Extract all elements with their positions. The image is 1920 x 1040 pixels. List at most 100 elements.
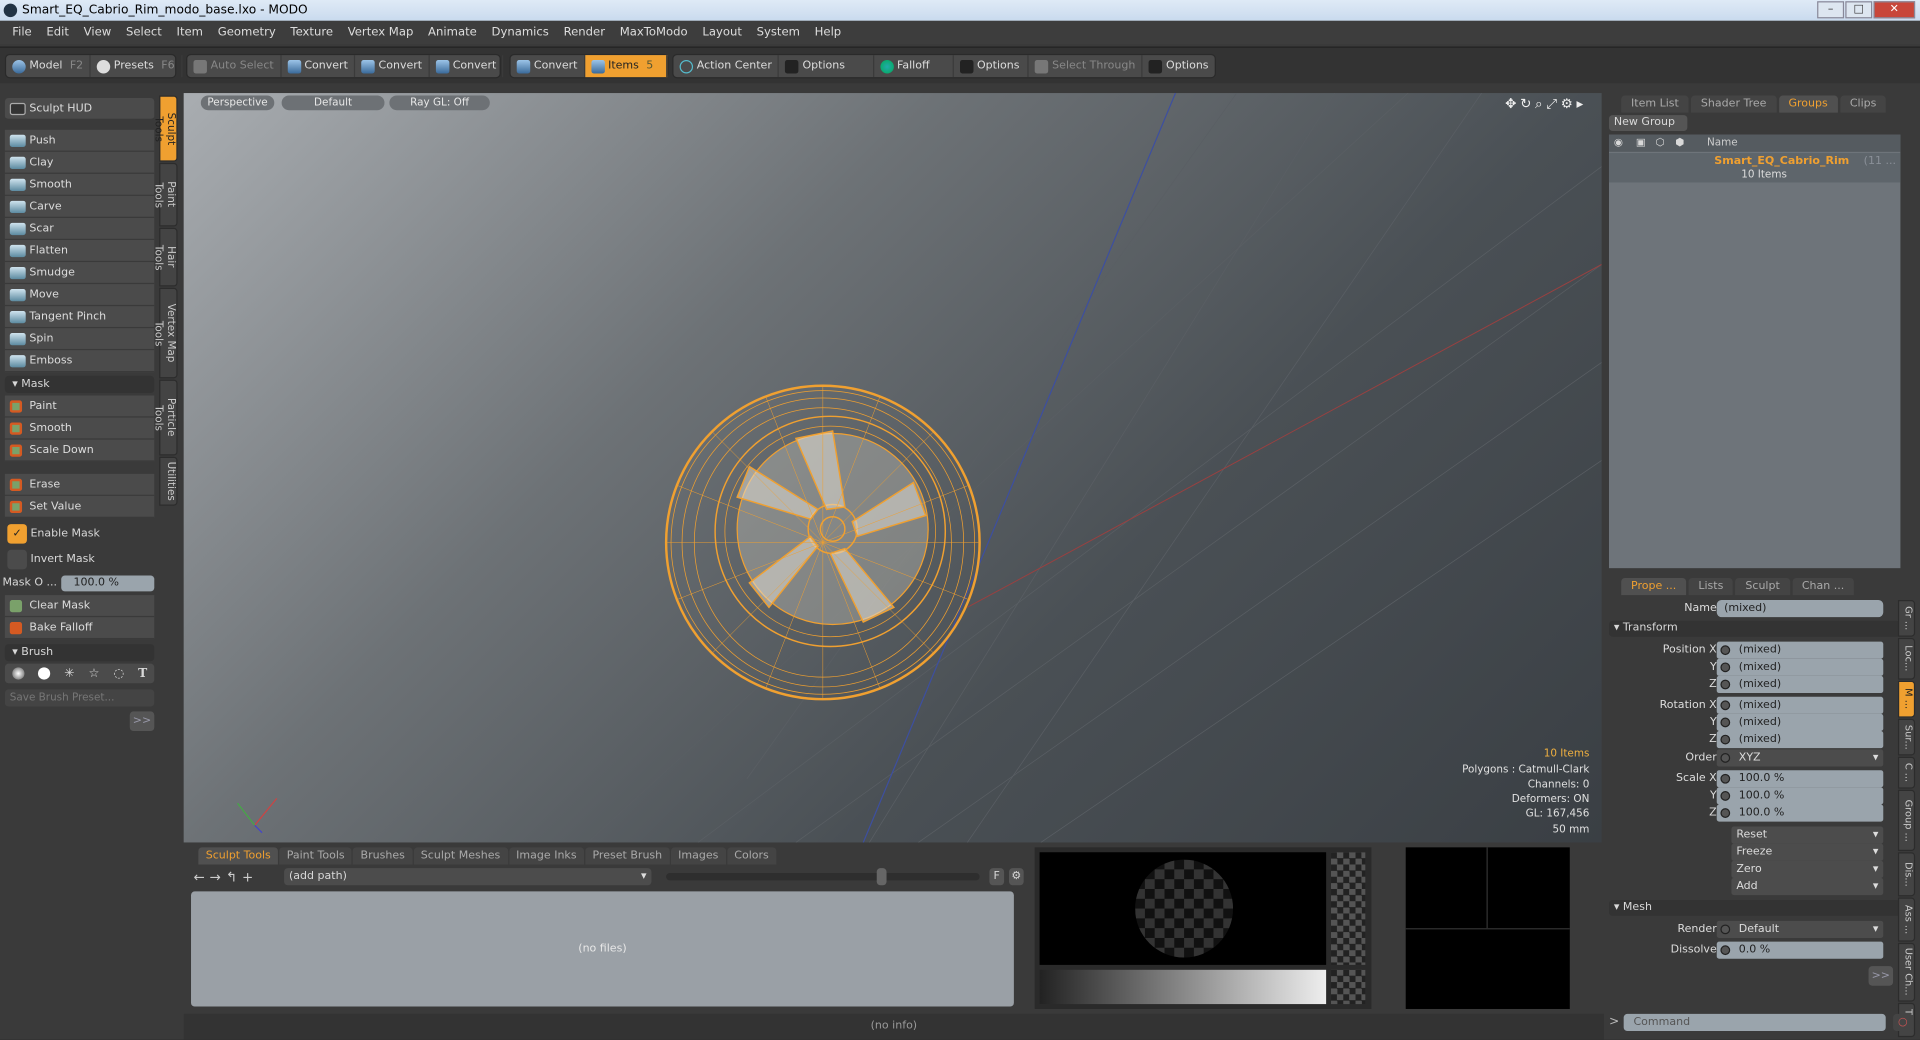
tab-properties-2[interactable]: Sculpt <box>1735 577 1790 596</box>
tab-properties-3[interactable]: Chan ... <box>1792 577 1855 596</box>
tab-vertex-map-tools[interactable]: Vertex Map Tools <box>152 287 178 379</box>
new-group-button[interactable]: New Group <box>1608 115 1688 132</box>
menu-geometry[interactable]: Geometry <box>210 26 283 39</box>
record-icon[interactable]: ○ <box>1893 1013 1913 1032</box>
menu-help[interactable]: Help <box>807 26 848 39</box>
position-z-field[interactable]: (mixed) <box>1716 675 1884 694</box>
add-icon[interactable]: + <box>242 869 258 885</box>
side-tab-7[interactable]: Ass ... <box>1897 897 1916 942</box>
sculpt-tool-spin[interactable]: Spin <box>4 328 155 351</box>
side-tab-6[interactable]: Dis... <box>1897 852 1916 897</box>
tab-utilities[interactable]: Utilities <box>159 456 178 506</box>
select-through-button[interactable]: Select Through <box>1029 55 1143 78</box>
falloff-options-button[interactable]: Options <box>954 55 1029 78</box>
position-x-field[interactable]: (mixed) <box>1716 641 1884 659</box>
animate-dot-icon[interactable] <box>1720 791 1731 801</box>
animate-dot-icon[interactable] <box>1720 773 1731 784</box>
enable-mask-checkbox[interactable]: ✓ Enable Mask <box>7 523 154 545</box>
sculpt-tool-smudge[interactable]: Smudge <box>4 262 155 285</box>
gear-icon[interactable]: ⚙ <box>1008 868 1024 886</box>
tab-groups[interactable]: Groups <box>1778 95 1838 113</box>
sculpt-tool-move[interactable]: Move <box>4 284 155 307</box>
render-field[interactable]: Default <box>1716 920 1884 938</box>
freeze-dropdown[interactable]: Freeze <box>1731 843 1884 861</box>
tab-sculpt-tools[interactable]: Sculpt Tools <box>198 847 279 865</box>
animate-dot-icon[interactable] <box>1720 753 1731 763</box>
tab-sculpt-meshes[interactable]: Sculpt Meshes <box>413 847 508 865</box>
side-tab-5[interactable]: Group ... <box>1897 789 1916 852</box>
menu-view[interactable]: View <box>76 26 118 39</box>
mask-tool-scale-down[interactable]: Scale Down <box>4 439 155 462</box>
mask-section-header[interactable]: ▾ Mask <box>4 375 155 394</box>
mask-tool-erase[interactable]: Erase <box>4 473 155 496</box>
auto-select-button[interactable]: Auto Select <box>187 55 282 78</box>
menu-maxtomodo[interactable]: MaxToModo <box>612 26 695 39</box>
close-button[interactable]: ✕ <box>1873 1 1916 19</box>
items-button[interactable]: Items 5 <box>584 55 668 78</box>
3d-viewport[interactable]: Perspective Default Ray GL: Off ✥↻⌕⤢⚙▸ 1… <box>183 93 1602 843</box>
thumbnail-size-slider[interactable] <box>666 868 980 886</box>
menu-render[interactable]: Render <box>556 26 612 39</box>
mesh-section-header[interactable]: ▾ Mesh <box>1608 900 1901 916</box>
tab-item-list[interactable]: Item List <box>1621 95 1689 113</box>
sculpt-tool-carve[interactable]: Carve <box>4 195 155 218</box>
tab-brushes[interactable]: Brushes <box>353 847 413 865</box>
tab-colors[interactable]: Colors <box>726 847 777 865</box>
bake-falloff-button[interactable]: Bake Falloff <box>4 617 155 640</box>
presets-button[interactable]: Presets F6 <box>91 55 182 78</box>
convert-polygons-button[interactable]: Convert <box>429 55 504 78</box>
dissolve-field[interactable]: 0.0 % <box>1716 941 1884 959</box>
side-tab-2[interactable]: M ... <box>1897 680 1916 718</box>
save-brush-preset-input[interactable]: Save Brush Preset... <box>4 689 155 707</box>
sculpt-tool-clay[interactable]: Clay <box>4 151 155 174</box>
more-button[interactable]: >> <box>129 711 155 732</box>
animate-dot-icon[interactable] <box>1720 700 1731 711</box>
side-tab-4[interactable]: C ... <box>1897 756 1916 789</box>
rotation-x-field[interactable]: (mixed) <box>1716 696 1884 714</box>
mask-tool-paint[interactable]: Paint <box>4 395 155 418</box>
slider-handle[interactable] <box>876 868 887 886</box>
side-tab-0[interactable]: Gr ... <box>1897 600 1916 637</box>
text-brush-icon[interactable]: T <box>138 667 147 680</box>
more-button[interactable]: >> <box>1868 966 1894 986</box>
tab-paint-tools[interactable]: Paint Tools <box>279 847 352 865</box>
animate-dot-icon[interactable] <box>1720 734 1731 745</box>
tab-shader-tree[interactable]: Shader Tree <box>1691 95 1777 113</box>
side-tab-8[interactable]: User Ch... <box>1897 942 1916 1002</box>
menu-system[interactable]: System <box>749 26 807 39</box>
mask-tool-smooth[interactable]: Smooth <box>4 417 155 440</box>
command-input[interactable]: Command <box>1623 1013 1886 1032</box>
animate-dot-icon[interactable] <box>1720 717 1731 728</box>
reset-dropdown[interactable]: Reset <box>1731 826 1884 844</box>
tab-clips[interactable]: Clips <box>1840 95 1887 113</box>
star-brush-icon[interactable]: ☆ <box>89 667 100 680</box>
tab-particle-tools[interactable]: Particle Tools <box>152 379 178 456</box>
animate-dot-icon[interactable] <box>1720 679 1731 690</box>
action-center-options-button[interactable]: Options <box>779 55 874 78</box>
animate-dot-icon[interactable] <box>1720 945 1731 956</box>
tab-properties-0[interactable]: Prope ... <box>1621 577 1687 596</box>
mask-opacity-field[interactable]: 100.0 % <box>61 575 155 592</box>
rotation-z-field[interactable]: (mixed) <box>1716 731 1884 749</box>
menu-dynamics[interactable]: Dynamics <box>484 26 556 39</box>
maximize-button[interactable]: □ <box>1845 1 1873 19</box>
tab-properties-1[interactable]: Lists <box>1688 577 1734 596</box>
sculpt-hud-button[interactable]: Sculpt HUD <box>4 97 155 121</box>
file-browser[interactable]: (no files) <box>191 891 1014 1007</box>
tab-sculpt-tools[interactable]: Sculpt Tools <box>152 95 178 162</box>
menu-layout[interactable]: Layout <box>695 26 749 39</box>
sculpt-tool-flatten[interactable]: Flatten <box>4 240 155 263</box>
convert-vertices-button[interactable]: Convert <box>281 55 356 78</box>
back-arrow-icon[interactable]: ← <box>193 869 209 885</box>
name-field[interactable]: (mixed) <box>1716 600 1884 618</box>
menu-file[interactable]: File <box>5 26 39 39</box>
transform-section-header[interactable]: ▾ Transform <box>1608 620 1901 637</box>
scale-z-field[interactable]: 100.0 % <box>1716 804 1884 822</box>
animate-dot-icon[interactable] <box>1720 924 1731 935</box>
path-dropdown[interactable]: (add path) <box>284 868 652 886</box>
falloff-button[interactable]: Falloff <box>874 55 954 78</box>
tab-hair-tools[interactable]: Hair Tools <box>152 227 178 287</box>
clear-mask-button[interactable]: Clear Mask <box>4 595 155 618</box>
menu-item[interactable]: Item <box>169 26 210 39</box>
model-button[interactable]: Model F2 <box>6 55 91 78</box>
